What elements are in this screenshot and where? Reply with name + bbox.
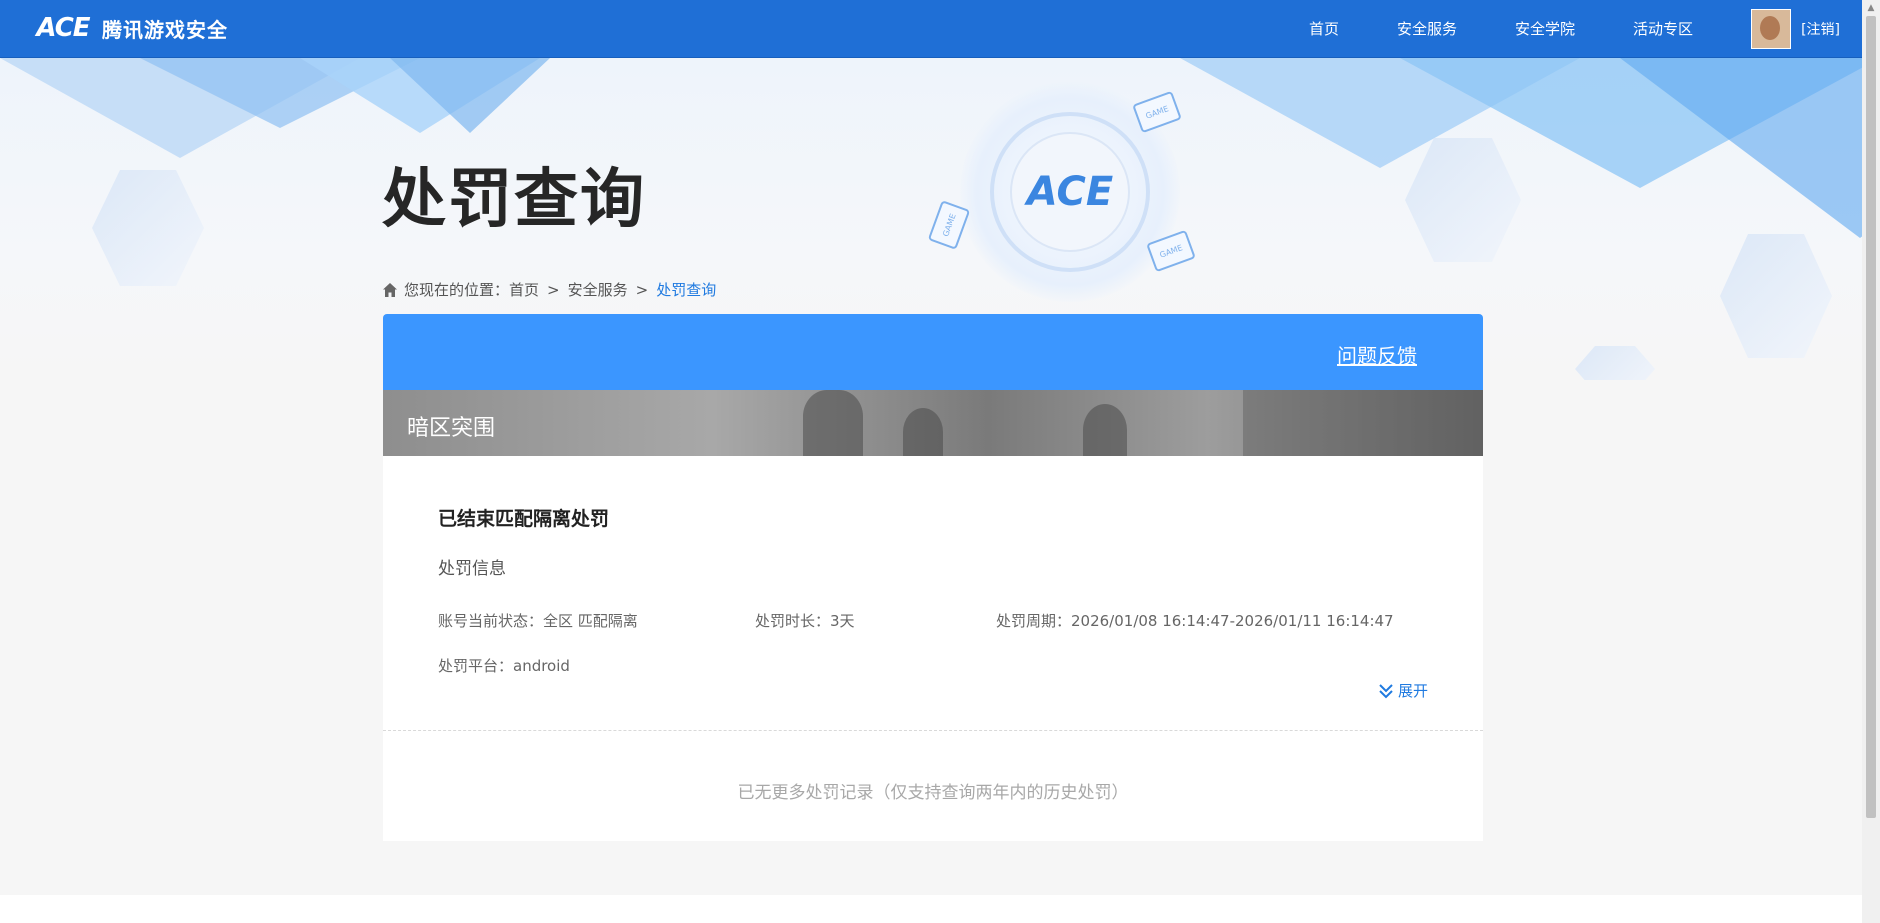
expand-label: 展开 (1397, 682, 1428, 700)
brand-name: 腾讯游戏安全 (102, 17, 228, 42)
page-title: 处罚查询 (382, 163, 646, 237)
breadcrumb-separator: > (635, 280, 649, 299)
breadcrumb-prefix: 您现在的位置： (404, 281, 510, 299)
breadcrumb: 您现在的位置： 首页 > 安全服务 > 处罚查询 (382, 279, 716, 300)
penalty-info-label: 处罚信息 (438, 559, 506, 579)
ace-logo-icon: ACE (36, 13, 90, 43)
game-banner: 暗区突围 (383, 390, 1483, 456)
logout-link[interactable]: [注销] (1801, 19, 1840, 39)
penalty-duration: 处罚时长：3天 (755, 612, 855, 630)
top-navigation-bar: ACE 腾讯游戏安全 首页 安全服务 安全学院 活动专区 [注销] (0, 0, 1862, 58)
banner-silhouette (903, 408, 943, 456)
banner-silhouette (803, 390, 863, 456)
breadcrumb-current: 处罚查询 (656, 281, 717, 299)
feedback-link[interactable]: 问题反馈 (1337, 340, 1417, 369)
footer-strip (0, 895, 1862, 923)
user-avatar[interactable] (1751, 8, 1792, 49)
scrollbar-thumb[interactable] (1866, 16, 1876, 818)
scroll-up-arrow-icon[interactable]: ▲ (1862, 0, 1880, 16)
penalty-record-card: 已结束匹配隔离处罚 处罚信息 账号当前状态：全区 匹配隔离 处罚时长：3天 处罚… (383, 456, 1483, 841)
breadcrumb-separator: > (547, 280, 560, 299)
home-icon (383, 282, 397, 297)
penalty-platform: 处罚平台：android (438, 657, 570, 675)
expand-button[interactable]: 展开 (1377, 680, 1428, 701)
card-header: 问题反馈 (383, 314, 1483, 390)
breadcrumb-security-services[interactable]: 安全服务 (568, 279, 628, 300)
main-nav: 首页 安全服务 安全学院 活动专区 [注销] (1309, 0, 1862, 57)
breadcrumb-home[interactable]: 首页 (509, 279, 539, 300)
record-divider (383, 730, 1483, 731)
nav-item-home[interactable]: 首页 (1309, 18, 1339, 39)
decor-triangle (1620, 58, 1862, 238)
nav-item-events[interactable]: 活动专区 (1633, 18, 1693, 39)
double-chevron-down-icon (1379, 683, 1393, 698)
site-logo[interactable]: ACE 腾讯游戏安全 (28, 12, 228, 44)
no-more-records-text: 已无更多处罚记录（仅支持查询两年内的历史处罚） (737, 783, 1129, 803)
penalty-period: 处罚周期：2026/01/08 16:14:47-2026/01/11 16:1… (996, 612, 1394, 630)
banner-silhouette (1243, 390, 1483, 456)
banner-silhouette (1083, 404, 1127, 456)
scrollbar[interactable]: ▲ (1862, 0, 1880, 923)
decor-character-hexagon (1720, 234, 1832, 358)
decor-character-hexagon (1575, 346, 1655, 380)
nav-item-security-academy[interactable]: 安全学院 (1515, 18, 1575, 39)
account-status: 账号当前状态：全区 匹配隔离 (438, 612, 638, 630)
record-title: 已结束匹配隔离处罚 (438, 508, 610, 530)
decor-triangle (390, 58, 550, 133)
ace-emblem-icon: ACE (1010, 132, 1130, 252)
decor-character-hexagon (92, 170, 204, 286)
nav-item-security-services[interactable]: 安全服务 (1397, 18, 1457, 39)
game-name: 暗区突围 (407, 416, 496, 441)
